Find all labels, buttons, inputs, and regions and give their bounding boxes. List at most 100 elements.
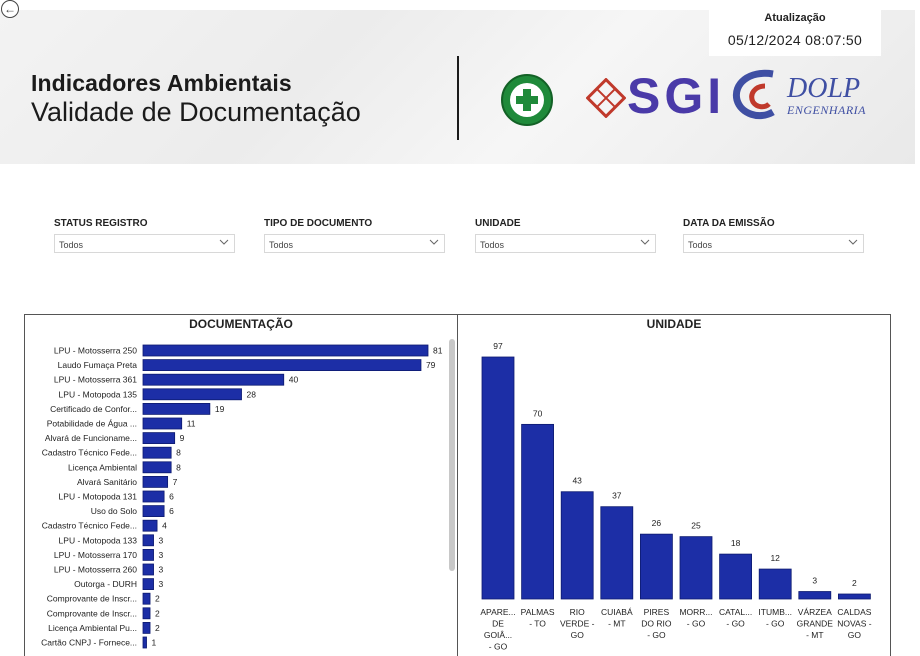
data-label: 18 — [731, 538, 741, 548]
data-label: 70 — [533, 408, 543, 418]
category-label: Cartão CNPJ - Fornece... — [41, 638, 137, 648]
category-label: ITUMB... - GO — [758, 607, 792, 629]
category-label: LPU - Motopoda 133 — [59, 535, 138, 545]
filter-status-registro: STATUS REGISTRO Todos — [54, 218, 235, 253]
bar[interactable] — [142, 636, 147, 649]
data-label: 3 — [159, 579, 164, 589]
chevron-down-icon — [848, 239, 858, 245]
filter-data-emissao: DATA DA EMISSÃO Todos — [683, 218, 864, 253]
bar[interactable] — [142, 578, 154, 591]
bar[interactable] — [639, 533, 673, 600]
bar[interactable] — [142, 403, 211, 415]
category-label: Licença Ambiental — [68, 462, 137, 472]
bar[interactable] — [798, 591, 832, 600]
category-label: LPU - Motopoda 131 — [59, 492, 138, 502]
dropdown-value: Todos — [480, 240, 505, 250]
category-label: PIRES DO RIO - GO — [641, 607, 672, 640]
category-label: Outorga - DURH — [74, 579, 137, 589]
data-label: 9 — [180, 433, 185, 443]
data-label: 8 — [176, 448, 181, 458]
data-label: 12 — [770, 553, 780, 563]
category-label: PALMAS - TO — [521, 607, 555, 629]
unidade-bar-chart: 97 APARE... DE GOIÂ... - GO 70 PALMAS - TO 43 RIO… — [480, 341, 871, 652]
bar[interactable] — [142, 621, 151, 634]
bar[interactable] — [142, 548, 154, 561]
category-label: Alvará de Funcioname... — [45, 433, 137, 443]
status-registro-dropdown[interactable]: Todos — [54, 234, 235, 253]
category-label: LPU - Motosserra 361 — [54, 375, 137, 385]
sgi-logo-text: SGI — [627, 68, 726, 124]
data-label: 2 — [852, 578, 857, 588]
bar[interactable] — [142, 505, 165, 518]
data-label: 2 — [155, 608, 160, 618]
bar[interactable] — [837, 593, 871, 600]
data-label: 3 — [812, 576, 817, 586]
data-label: 1 — [152, 638, 157, 648]
update-timestamp: 05/12/2024 08:07:50 — [727, 32, 863, 48]
category-label: APARE... DE GOIÂ... - GO — [480, 607, 515, 652]
tipo-documento-dropdown[interactable]: Todos — [264, 234, 445, 253]
category-label: LPU - Motopoda 135 — [59, 389, 138, 399]
bar[interactable] — [142, 475, 169, 488]
filter-label: UNIDADE — [475, 218, 521, 229]
category-label: RIO VERDE -GO — [560, 607, 595, 640]
bar[interactable] — [142, 432, 176, 444]
data-label: 6 — [169, 506, 174, 516]
data-label: 40 — [289, 375, 299, 385]
bar[interactable] — [142, 446, 172, 459]
data-label: 4 — [162, 521, 167, 531]
chevron-down-icon — [219, 239, 229, 245]
bar[interactable] — [142, 417, 183, 430]
category-label: MORR... - GO — [679, 607, 712, 629]
update-card: Atualização 05/12/2024 08:07:50 — [709, 8, 881, 56]
bar[interactable] — [481, 356, 515, 600]
bar[interactable] — [142, 563, 154, 576]
data-label: 37 — [612, 491, 622, 501]
bar[interactable] — [142, 388, 242, 401]
arrow-left-icon: ← — [4, 2, 16, 16]
category-label: LPU - Motosserra 170 — [54, 550, 137, 560]
chevron-down-icon — [429, 239, 439, 245]
category-label: Certificado de Confor... — [50, 404, 137, 414]
unidade-dropdown[interactable]: Todos — [475, 234, 656, 253]
data-label: 81 — [433, 346, 443, 356]
bar[interactable] — [142, 373, 285, 386]
bar[interactable] — [142, 461, 172, 474]
data-label: 43 — [572, 476, 582, 486]
category-label: Uso do Solo — [91, 506, 138, 516]
bar[interactable] — [142, 534, 154, 547]
chevron-down-icon — [640, 239, 650, 245]
bar[interactable] — [521, 423, 554, 600]
chart-scrollbar[interactable] — [449, 339, 455, 571]
bar[interactable] — [142, 344, 429, 357]
dolp-logo-text: DOLP — [787, 73, 861, 104]
back-button[interactable]: ← — [1, 0, 19, 18]
bar[interactable] — [679, 536, 713, 600]
filter-label: DATA DA EMISSÃO — [683, 218, 775, 229]
bar[interactable] — [600, 506, 634, 600]
filter-tipo-documento: TIPO DE DOCUMENTO Todos — [264, 218, 445, 253]
bar[interactable] — [142, 359, 422, 371]
sesmt-logo — [501, 74, 553, 126]
bar[interactable] — [758, 568, 792, 600]
documentacao-bar-chart: LPU - Motosserra 250 81Laudo Fumaça Preta… — [41, 344, 443, 649]
category-label: Cadastro Técnico Fede... — [42, 448, 137, 458]
data-emissao-dropdown[interactable]: Todos — [683, 234, 864, 253]
category-label: Alvará Sanitário — [77, 477, 137, 487]
category-label: VÁRZEA GRANDE - MT — [797, 607, 834, 640]
data-label: 28 — [247, 389, 257, 399]
category-label: Laudo Fumaça Preta — [58, 360, 138, 370]
category-label: CATAL... - GO — [719, 607, 752, 629]
page-subtitle: Validade de Documentação — [31, 97, 361, 127]
category-label: CALDAS NOVAS -GO — [837, 607, 871, 640]
header-divider — [457, 56, 459, 140]
bar[interactable] — [719, 553, 753, 600]
dropdown-value: Todos — [688, 240, 713, 250]
unidade-chart-panel: UNIDADE 97 APARE... DE GOIÂ... - GO 70 PALMAS -… — [457, 314, 891, 656]
bar[interactable] — [142, 607, 151, 620]
bar[interactable] — [142, 519, 158, 532]
bar[interactable] — [142, 592, 151, 605]
bar[interactable] — [142, 490, 165, 503]
bar[interactable] — [560, 491, 594, 600]
dolp-logo-subtext: ENGENHARIA — [787, 103, 866, 117]
